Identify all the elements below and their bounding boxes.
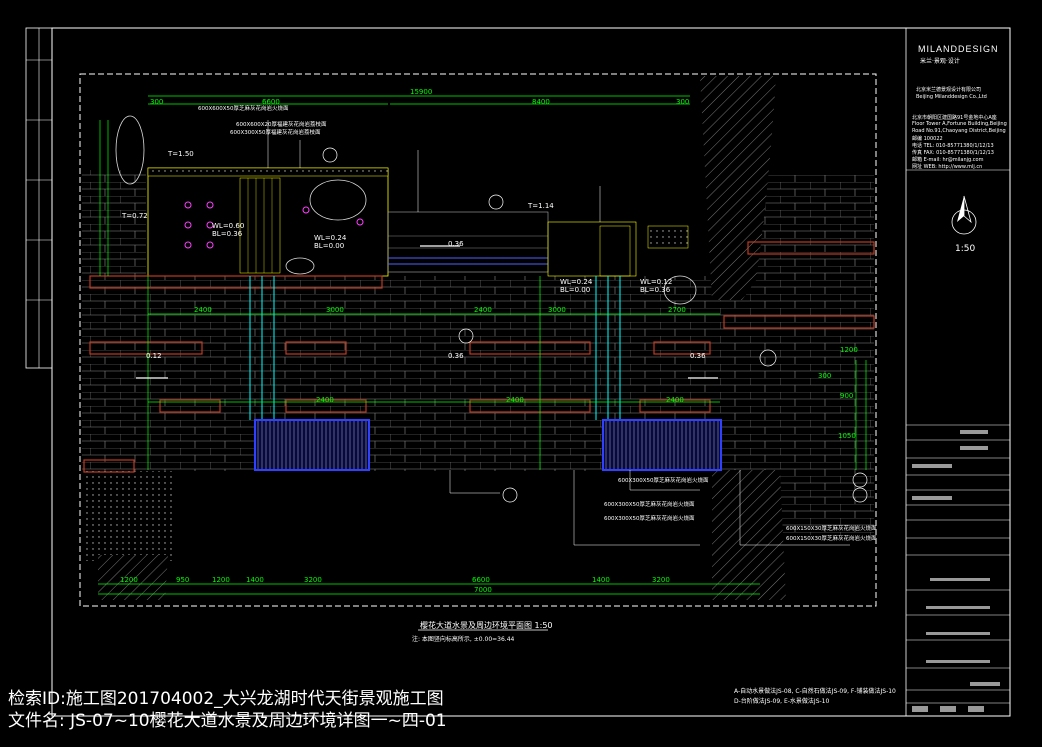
contact-line: 邮编 100022 <box>912 136 943 142</box>
dim-label: 3000 <box>326 306 344 314</box>
elevation-label: WL=0.12 <box>640 278 673 286</box>
lower-pool-left <box>254 419 370 471</box>
lower-pool-right <box>602 419 722 471</box>
elevation-label: T=1.14 <box>528 202 554 210</box>
elevation-label: BL=0.00 <box>560 286 591 294</box>
company-en: Beijing Milanddesign Co.,Ltd <box>916 94 987 100</box>
dim-label: 15900 <box>410 88 433 96</box>
material-note: 600X300X50厚芝麻灰花岗岩火烧面 <box>604 502 695 508</box>
cad-drawing-canvas[interactable] <box>0 0 1042 747</box>
dim-label: 950 <box>176 576 190 584</box>
material-note: 600X600X20厚福建灰花岗岩荔枝面 <box>236 122 327 128</box>
material-note: 600X300X50厚芝麻灰花岗岩火烧面 <box>618 478 709 484</box>
dim-label: 1400 <box>592 576 610 584</box>
material-note: 600X150X30厚芝麻灰花岗岩火烧面 <box>786 526 877 532</box>
elevation-label: T=0.72 <box>122 212 148 220</box>
elevation-label: BL=0.36 <box>212 230 243 238</box>
elevation-label: 0.36 <box>448 240 464 248</box>
contact-line: 传真 FAX: 010-85771380/1/12/13 <box>912 150 994 156</box>
dim-label: 6600 <box>472 576 490 584</box>
drawing-note: 注: 本图竖向标高所示, ±0.00=36.44 <box>412 636 515 643</box>
contact-line: Road No.91,Chaoyang District,Beijing <box>912 128 1006 134</box>
reference-notes: A-自动水景做法JS-08, C-自然石做法JS-09, F-铺装做法JS-10 <box>734 688 896 695</box>
dim-label: 300 <box>676 98 690 106</box>
dim-label: 2400 <box>506 396 524 404</box>
north-arrow-icon <box>951 195 977 235</box>
north-arrow-scale: 1:50 <box>955 244 976 254</box>
material-note: 600X600X50厚芝麻灰花岗岩火烧面 <box>198 106 289 112</box>
filename-overlay: 文件名: JS-07~10樱花大道水景及周边环境详图一~四-01 <box>8 711 447 731</box>
contact-line: 北京市朝阳区建国路91号金地中心A座 <box>912 115 997 121</box>
dim-label: 900 <box>840 392 854 400</box>
dim-label: 2700 <box>668 306 686 314</box>
elevation-label: BL=0.00 <box>314 242 345 250</box>
dim-label: 3000 <box>548 306 566 314</box>
company-cn: 北京米兰德景观设计有限公司 <box>916 87 982 93</box>
elevation-label: WL=0.24 <box>314 234 347 242</box>
contact-line: 网址 WEB: http://www.mlj.cn <box>912 164 983 170</box>
dim-label: 2400 <box>474 306 492 314</box>
dim-label: 1200 <box>120 576 138 584</box>
dim-label: 8400 <box>532 98 550 106</box>
dim-label: 1200 <box>212 576 230 584</box>
contact-line: 电话 TEL: 010-85771380/1/12/13 <box>912 143 994 149</box>
elevation-label: WL=0.24 <box>560 278 593 286</box>
dim-label: 1200 <box>840 346 858 354</box>
elevation-label: 0.36 <box>690 352 706 360</box>
elevation-label: 0.36 <box>448 352 464 360</box>
brand-name: MILANDDESIGN <box>918 44 999 54</box>
elevation-label: T=1.50 <box>168 150 194 158</box>
reference-notes: D-台阶做法JS-09, E-水景做法JS-10 <box>734 698 830 705</box>
material-note: 600X300X50厚芝麻灰花岗岩火烧面 <box>604 516 695 522</box>
contact-line: Floor Tower A,Fortune Building,Beijing <box>912 121 1007 127</box>
dim-label: 300 <box>150 98 164 106</box>
dim-total: 7000 <box>474 586 492 594</box>
material-note: 600X150X30厚芝麻灰花岗岩火烧面 <box>786 536 877 542</box>
dim-label: 300 <box>818 372 832 380</box>
dim-label: 2400 <box>194 306 212 314</box>
elevation-label: BL=0.36 <box>640 286 671 294</box>
drawing-caption: 樱花大道水景及周边环境平面图 1:50 <box>420 621 553 630</box>
planting-bed-bottom-right <box>712 470 786 600</box>
contact-line: 邮箱 E-mail: hr@milanjg.com <box>912 157 984 163</box>
elevation-label: 0.12 <box>146 352 162 360</box>
brand-subtitle: 米兰·景观·设计 <box>920 58 960 65</box>
left-binding-strip <box>25 27 53 369</box>
dim-label: 3200 <box>304 576 322 584</box>
dim-label: 3200 <box>652 576 670 584</box>
dim-label: 1050 <box>838 432 856 440</box>
dim-label: 2400 <box>316 396 334 404</box>
dim-label: 2400 <box>666 396 684 404</box>
elevation-label: WL=0.60 <box>212 222 245 230</box>
dim-label: 1400 <box>246 576 264 584</box>
material-note: 600X300X50厚福建灰花岗岩荔枝面 <box>230 130 321 136</box>
